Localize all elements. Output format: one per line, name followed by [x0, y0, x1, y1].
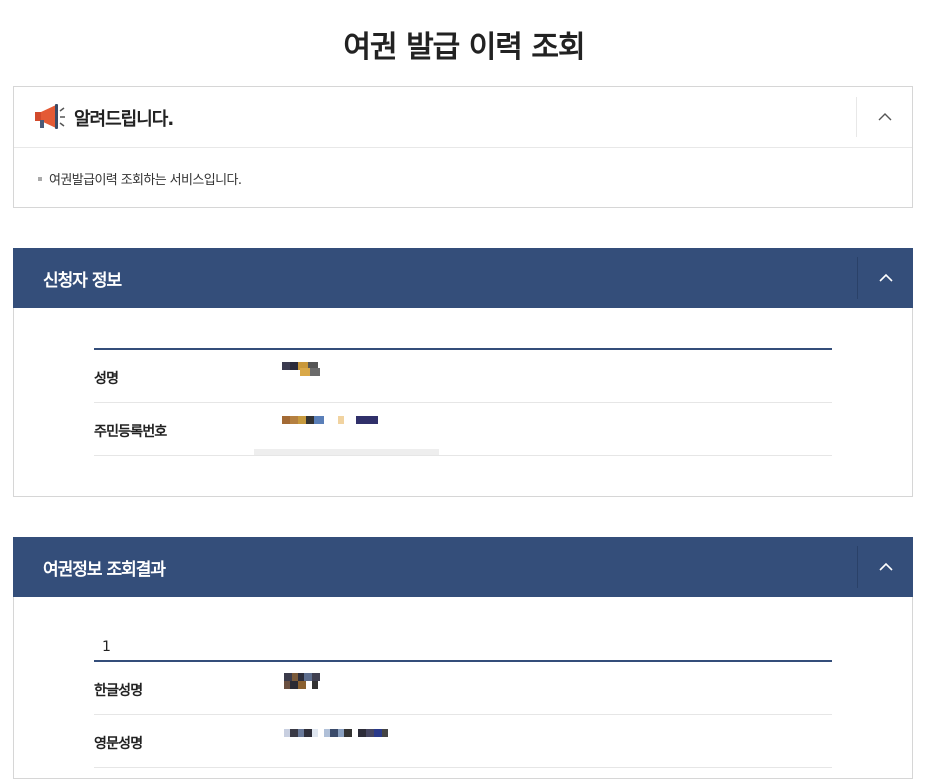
- masked-name-value: [254, 350, 439, 402]
- masked-value: [284, 673, 320, 681]
- notice-box: 알려드립니다. 여권발급이력 조회하는 서비스입니다.: [13, 86, 913, 208]
- notice-message: 여권발급이력 조회하는 서비스입니다.: [38, 169, 242, 188]
- page-title: 여권 발급 이력 조회: [343, 30, 585, 65]
- chevron-up-icon: [878, 273, 893, 282]
- applicant-panel-title: 신청자 정보: [43, 271, 122, 291]
- masked-rrn-value: [254, 403, 439, 455]
- passport-panel-title: 여권정보 조회결과: [43, 560, 166, 580]
- notice-title: 알려드립니다.: [74, 109, 174, 130]
- result-index: 1: [102, 639, 111, 655]
- table-row: 한글성명: [94, 662, 832, 715]
- row-label: 영문성명: [94, 736, 143, 752]
- masked-value-part: [284, 681, 318, 689]
- applicant-collapse-button[interactable]: [857, 257, 913, 299]
- bullet-icon: [38, 176, 42, 181]
- masked-value: [284, 729, 388, 737]
- applicant-panel: 신청자 정보 성명 주민등록번호: [13, 248, 913, 497]
- chevron-up-icon: [878, 113, 891, 121]
- table-row: 성명: [94, 350, 832, 403]
- table-row: 주민등록번호: [94, 403, 832, 456]
- passport-collapse-button[interactable]: [857, 546, 913, 588]
- notice-message-text: 여권발급이력 조회하는 서비스입니다.: [49, 173, 242, 188]
- row-label: 한글성명: [94, 683, 143, 699]
- row-label: 주민등록번호: [94, 424, 167, 440]
- masked-english-name-value: [254, 715, 439, 767]
- row-label: 성명: [94, 371, 119, 387]
- masked-value: [282, 416, 378, 424]
- masked-korean-name-value: [254, 662, 439, 714]
- table-row: 영문성명: [94, 715, 832, 768]
- notice-collapse-button[interactable]: [856, 97, 912, 137]
- passport-result-panel: 여권정보 조회결과 1 한글성명 영문성명: [13, 537, 913, 779]
- chevron-up-icon: [878, 562, 893, 571]
- applicant-panel-header: 신청자 정보: [13, 248, 913, 308]
- applicant-info-table: 성명 주민등록번호: [94, 348, 832, 456]
- passport-info-table: 한글성명 영문성명: [94, 660, 832, 768]
- masked-value-part: [300, 368, 320, 376]
- passport-panel-header: 여권정보 조회결과: [13, 537, 913, 597]
- notice-header: 알려드립니다.: [14, 87, 912, 148]
- megaphone-icon: [35, 104, 65, 129]
